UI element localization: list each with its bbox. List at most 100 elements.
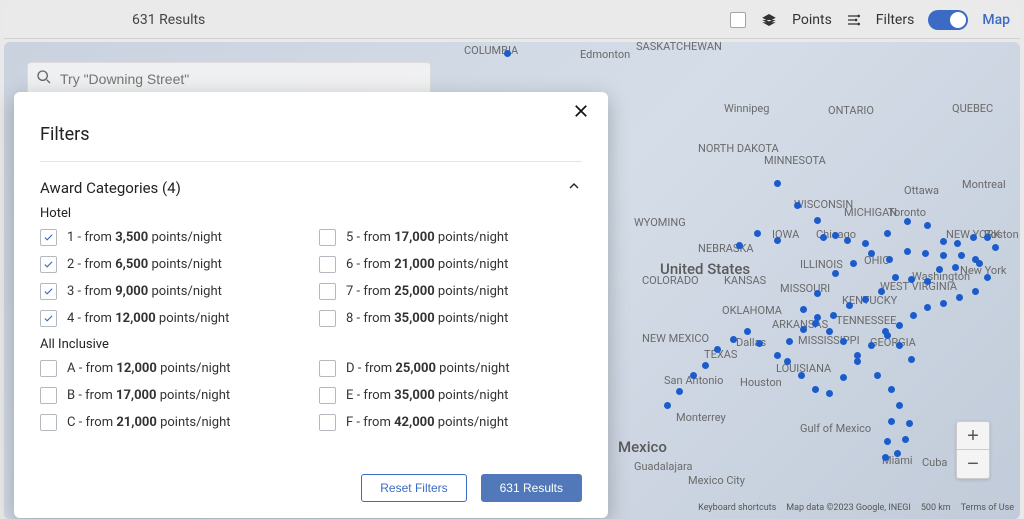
map-marker[interactable]	[956, 294, 963, 301]
map-marker[interactable]	[840, 374, 847, 381]
map-marker[interactable]	[826, 328, 833, 335]
option-C[interactable]: C - from 21,000 points/night	[40, 414, 303, 431]
map-marker[interactable]	[896, 402, 903, 409]
checkbox-8[interactable]	[319, 310, 336, 327]
map-marker[interactable]	[664, 402, 671, 409]
map-marker[interactable]	[888, 386, 895, 393]
map-marker[interactable]	[924, 222, 931, 229]
map-marker[interactable]	[786, 338, 793, 345]
map-marker[interactable]	[904, 218, 911, 225]
map-marker[interactable]	[940, 238, 947, 245]
checkbox-B[interactable]	[40, 387, 57, 404]
map-marker[interactable]	[774, 352, 781, 359]
map-marker[interactable]	[992, 244, 999, 251]
checkbox-E[interactable]	[319, 387, 336, 404]
map-marker[interactable]	[910, 312, 917, 319]
option-B[interactable]: B - from 17,000 points/night	[40, 387, 303, 404]
option-F[interactable]: F - from 42,000 points/night	[319, 414, 582, 431]
map-marker[interactable]	[774, 180, 781, 187]
map-marker[interactable]	[714, 346, 721, 353]
map-marker[interactable]	[840, 338, 847, 345]
map-marker[interactable]	[906, 420, 913, 427]
close-icon[interactable]	[572, 102, 590, 124]
map-marker[interactable]	[904, 248, 911, 255]
map-marker[interactable]	[878, 288, 885, 295]
checkbox-C[interactable]	[40, 414, 57, 431]
zoom-out-button[interactable]: −	[957, 450, 989, 478]
map-marker[interactable]	[954, 240, 961, 247]
map-marker[interactable]	[774, 237, 781, 244]
checkbox-7[interactable]	[319, 283, 336, 300]
map-marker[interactable]	[676, 388, 683, 395]
terms-link[interactable]: Terms of Use	[961, 503, 1014, 513]
map-marker[interactable]	[820, 234, 827, 241]
map-marker[interactable]	[892, 274, 899, 281]
search-input[interactable]	[58, 70, 422, 88]
option-8[interactable]: 8 - from 35,000 points/night	[319, 310, 582, 327]
map-marker[interactable]	[924, 304, 931, 311]
map-marker[interactable]	[902, 436, 909, 443]
map-marker[interactable]	[908, 276, 915, 283]
map-marker[interactable]	[908, 356, 915, 363]
map-marker[interactable]	[800, 326, 807, 333]
map-marker[interactable]	[984, 274, 991, 281]
map-marker[interactable]	[846, 302, 853, 309]
checkbox-F[interactable]	[319, 414, 336, 431]
map-marker[interactable]	[826, 390, 833, 397]
map-marker[interactable]	[504, 50, 511, 57]
map-marker[interactable]	[800, 306, 807, 313]
map-marker[interactable]	[784, 358, 791, 365]
map-marker[interactable]	[702, 362, 709, 369]
checkbox-2[interactable]	[40, 256, 57, 273]
map-marker[interactable]	[896, 342, 903, 349]
map-marker[interactable]	[736, 242, 743, 249]
map-marker[interactable]	[832, 232, 839, 239]
option-3[interactable]: 3 - from 9,000 points/night	[40, 283, 303, 300]
option-D[interactable]: D - from 25,000 points/night	[319, 360, 582, 377]
map-marker[interactable]	[922, 250, 929, 257]
option-A[interactable]: A - from 12,000 points/night	[40, 360, 303, 377]
option-7[interactable]: 7 - from 25,000 points/night	[319, 283, 582, 300]
filters-icon[interactable]	[846, 12, 862, 28]
search-box[interactable]	[27, 62, 431, 96]
apply-filters-button[interactable]: 631 Results	[481, 474, 582, 502]
map-marker[interactable]	[798, 372, 805, 379]
checkbox-D[interactable]	[319, 360, 336, 377]
checkbox-4[interactable]	[40, 310, 57, 327]
map-marker[interactable]	[886, 256, 893, 263]
map-marker[interactable]	[854, 358, 861, 365]
map-marker[interactable]	[972, 288, 979, 295]
map-marker[interactable]	[744, 328, 751, 335]
map-marker[interactable]	[984, 234, 991, 241]
kbd-shortcuts[interactable]: Keyboard shortcuts	[698, 503, 776, 513]
checkbox-6[interactable]	[319, 256, 336, 273]
map-marker[interactable]	[690, 372, 697, 379]
map-marker[interactable]	[976, 260, 983, 267]
option-1[interactable]: 1 - from 3,500 points/night	[40, 229, 303, 246]
map-marker[interactable]	[894, 450, 901, 457]
map-marker[interactable]	[794, 202, 801, 209]
option-2[interactable]: 2 - from 6,500 points/night	[40, 256, 303, 273]
map-marker[interactable]	[882, 328, 889, 335]
map-marker[interactable]	[924, 278, 931, 285]
option-5[interactable]: 5 - from 17,000 points/night	[319, 229, 582, 246]
map-marker[interactable]	[952, 264, 959, 271]
map-marker[interactable]	[862, 240, 869, 247]
map-marker[interactable]	[850, 260, 857, 267]
map-marker[interactable]	[812, 320, 819, 327]
map-marker[interactable]	[814, 290, 821, 297]
checkbox-5[interactable]	[319, 229, 336, 246]
map-marker[interactable]	[888, 418, 895, 425]
map-marker[interactable]	[940, 300, 947, 307]
checkbox-1[interactable]	[40, 229, 57, 246]
option-E[interactable]: E - from 35,000 points/night	[319, 387, 582, 404]
map-marker[interactable]	[832, 270, 839, 277]
map-marker[interactable]	[868, 342, 875, 349]
option-4[interactable]: 4 - from 12,000 points/night	[40, 310, 303, 327]
map-marker[interactable]	[940, 252, 947, 259]
map-toggle[interactable]	[928, 10, 968, 30]
map-marker[interactable]	[884, 230, 891, 237]
map-marker[interactable]	[868, 250, 875, 257]
zoom-in-button[interactable]: +	[957, 422, 989, 450]
map-marker[interactable]	[884, 438, 891, 445]
